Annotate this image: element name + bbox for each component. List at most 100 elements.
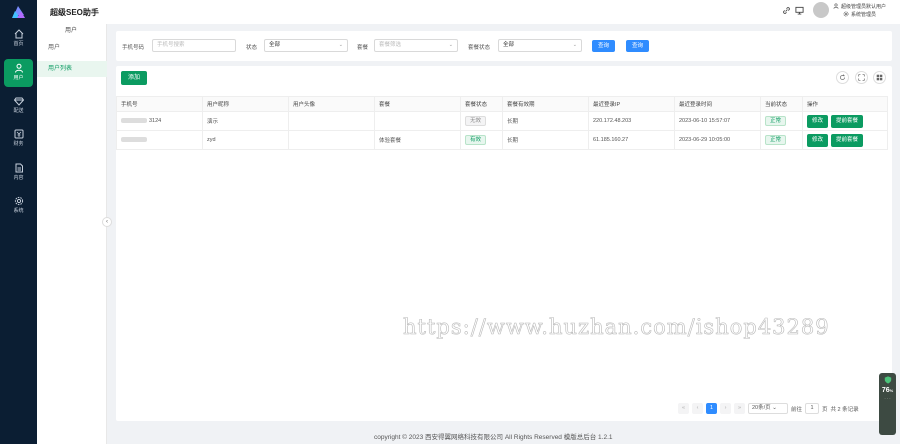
column-header: 最近登录时间 xyxy=(674,96,761,112)
fullscreen-button[interactable] xyxy=(855,71,868,84)
footer-copyright: copyright © 2023 西安得翼网络科技有限公司 All Rights… xyxy=(374,434,613,441)
column-header: 操作 xyxy=(802,96,888,112)
secondary-menu: 用户 用户 用户列表 xyxy=(37,24,107,444)
link-icon[interactable] xyxy=(782,6,791,15)
chevron-down-icon: ⌄ xyxy=(338,42,343,48)
edit-button[interactable]: 修改 xyxy=(807,114,829,128)
widget-dots: · · · xyxy=(884,396,891,401)
ip-cell: 220.172.48.203 xyxy=(588,111,675,131)
status-cell: 正常 xyxy=(760,111,803,131)
goto-page-input[interactable]: 1 xyxy=(805,403,820,414)
gear-icon xyxy=(14,196,23,206)
gear-icon xyxy=(843,11,849,17)
package-label: 套餐 xyxy=(357,45,369,51)
package-status-cell: 有效 xyxy=(460,130,503,150)
masked-phone xyxy=(121,118,147,124)
columns-button[interactable] xyxy=(873,71,886,84)
nav-rail: 首页 用户 配送 财务 内容 系统 xyxy=(0,0,37,444)
document-icon xyxy=(15,163,23,173)
avatar[interactable] xyxy=(813,2,829,18)
pagination: « ‹ 1 › » 20条/页 ⌄ 前往 1 页 共 2 条记录 xyxy=(678,403,859,414)
status-badge: 正常 xyxy=(765,116,787,126)
prev-page-button[interactable]: ‹ xyxy=(692,403,703,414)
column-header: 用户昵称 xyxy=(202,96,289,112)
column-header: 套餐 xyxy=(374,96,461,112)
diamond-icon xyxy=(13,97,24,106)
nav-item-home[interactable]: 首页 xyxy=(4,25,33,53)
masked-phone xyxy=(121,137,147,143)
submenu-item-user-list[interactable]: 用户列表 xyxy=(37,61,107,77)
user-role[interactable]: 系统管理员 xyxy=(843,11,876,18)
user-table: 手机号 用户昵称 用户头像 套餐 套餐状态 套餐有效期 最近登录IP 最近登录时… xyxy=(116,96,888,150)
package-status-select[interactable]: 全部 ⌄ xyxy=(498,39,582,52)
page-unit-label: 页 xyxy=(822,406,828,413)
nav-item-users[interactable]: 用户 xyxy=(4,59,33,87)
column-header: 套餐有效期 xyxy=(502,96,589,112)
page-number-button[interactable]: 1 xyxy=(706,403,717,414)
refresh-button[interactable] xyxy=(836,71,849,84)
nav-item-label: 财务 xyxy=(13,141,24,147)
package-select[interactable]: 套餐筛选 ⌄ xyxy=(374,39,458,52)
top-icons xyxy=(782,6,804,15)
collapse-menu-button[interactable]: ‹ xyxy=(102,217,112,227)
app-logo-icon xyxy=(12,6,25,18)
columns-icon xyxy=(876,74,883,81)
query-button[interactable]: 查询 xyxy=(592,40,616,52)
ip-cell: 61.185.160.27 xyxy=(588,130,675,150)
app-title: 超级SEO助手 xyxy=(50,8,99,17)
status-select[interactable]: 全部 ⌄ xyxy=(264,39,348,52)
package-status-cell: 无效 xyxy=(460,111,503,131)
nav-item-label: 首页 xyxy=(13,41,24,47)
phone-cell xyxy=(116,130,203,150)
avatar-cell xyxy=(288,130,375,150)
reset-button[interactable]: 查询 xyxy=(626,40,650,52)
assign-package-button[interactable]: 提前套餐 xyxy=(831,114,864,128)
user-name[interactable]: 超级管理员默认用户 xyxy=(833,3,886,10)
chevron-down-icon: ⌄ xyxy=(772,405,777,411)
goto-label: 前往 xyxy=(791,406,803,413)
nickname-cell: 演示 xyxy=(202,111,289,131)
nav-item-content[interactable]: 内容 xyxy=(4,159,33,187)
watermark: https://www.huzhan.com/ishop43289 xyxy=(403,315,830,340)
login-time-cell: 2023-06-29 10:05:00 xyxy=(674,130,761,150)
column-header: 手机号 xyxy=(116,96,203,112)
submenu-group-title: 用户 xyxy=(65,28,78,34)
add-button[interactable]: 添加 xyxy=(121,71,148,85)
monitor-icon[interactable] xyxy=(795,6,804,15)
widget-value: 76% xyxy=(881,387,894,394)
page-size-select[interactable]: 20条/页 ⌄ xyxy=(748,403,788,414)
table-row: zyd 体验套餐 有效 长期 61.185.160.27 2023-06-29 … xyxy=(116,130,888,150)
first-page-button[interactable]: « xyxy=(678,403,689,414)
phone-label: 手机号码 xyxy=(122,45,145,51)
security-widget[interactable]: 76% · · · xyxy=(879,373,896,435)
nav-item-label: 用户 xyxy=(13,75,24,81)
edit-button[interactable]: 修改 xyxy=(807,133,829,147)
user-icon xyxy=(833,3,839,9)
column-header: 套餐状态 xyxy=(460,96,503,112)
actions-cell: 修改 提前套餐 xyxy=(802,130,888,150)
home-icon xyxy=(14,29,23,39)
shield-icon xyxy=(884,376,891,384)
chevron-down-icon: ⌄ xyxy=(572,42,577,48)
nav-item-system[interactable]: 系统 xyxy=(4,192,33,220)
validity-cell: 长期 xyxy=(502,130,589,150)
phone-cell: 3124 xyxy=(116,111,203,131)
assign-package-button[interactable]: 提前套餐 xyxy=(831,133,864,147)
top-bar: 超级SEO助手 超级管理员默认用户 系统管理员 xyxy=(37,0,900,24)
nav-item-delivery[interactable]: 配送 xyxy=(4,92,33,120)
search-form: 手机号码 手机号搜索 状态 全部 ⌄ 套餐 套餐筛选 ⌄ 套餐状态 全部 ⌄ 查… xyxy=(116,31,892,61)
status-select-value: 全部 xyxy=(269,42,281,48)
submenu-item-users[interactable]: 用户 xyxy=(37,40,107,56)
refresh-icon xyxy=(840,74,845,80)
phone-search-input[interactable]: 手机号搜索 xyxy=(152,39,236,52)
login-time-cell: 2023-06-10 15:57:07 xyxy=(674,111,761,131)
nav-item-label: 内容 xyxy=(13,175,24,181)
next-page-button[interactable]: › xyxy=(720,403,731,414)
table-row: 3124 演示 无效 长期 220.172.48.203 2023-06-10 … xyxy=(116,111,888,131)
last-page-button[interactable]: » xyxy=(734,403,745,414)
user-icon xyxy=(14,63,23,73)
package-status-label: 套餐状态 xyxy=(468,45,491,51)
package-cell: 体验套餐 xyxy=(374,130,461,150)
table-card: 添加 手机号 用户昵称 用户头像 套餐 套餐状态 套餐有效期 最近登录IP 最近… xyxy=(116,66,892,421)
nav-item-finance[interactable]: 财务 xyxy=(4,125,33,153)
